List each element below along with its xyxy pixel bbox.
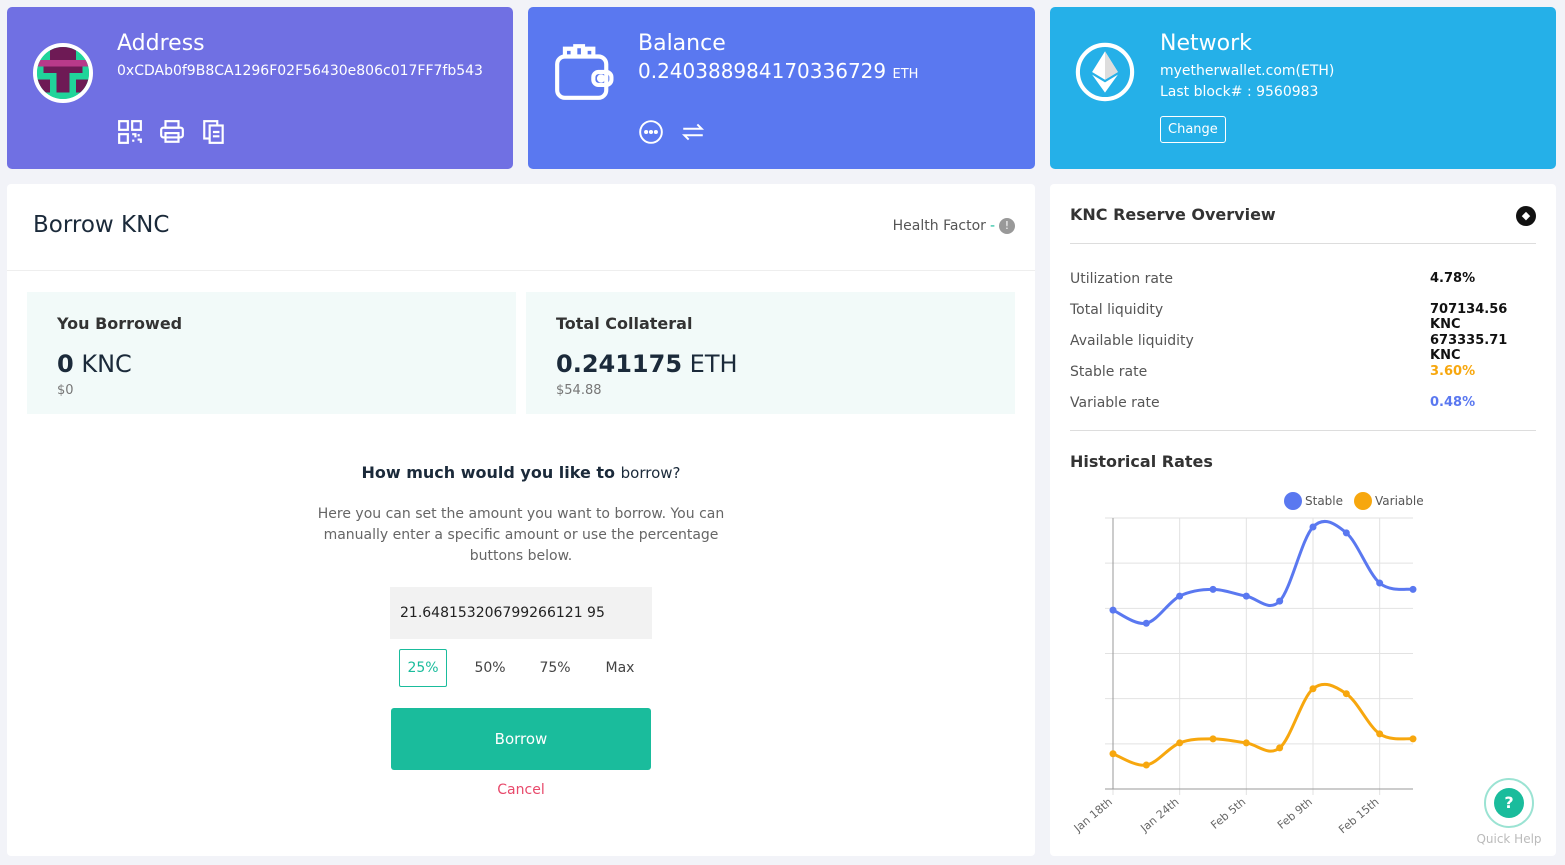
description: Here you can set the amount you want to … <box>317 506 725 564</box>
x-tick-label: Jan 18th <box>1071 795 1115 835</box>
avatar <box>33 43 93 103</box>
balance-unit: ETH <box>892 67 919 82</box>
percent-75-button[interactable]: 75% <box>531 649 579 687</box>
data-point-variable[interactable] <box>1209 735 1217 743</box>
data-point-variable[interactable] <box>1276 744 1284 752</box>
data-point-stable[interactable] <box>1276 597 1284 605</box>
data-point-variable[interactable] <box>1342 690 1350 698</box>
historical-rates-title: Historical Rates <box>1070 452 1213 471</box>
address-title: Address <box>117 31 205 56</box>
collateral-amount: 0.241175 <box>556 350 683 378</box>
health-factor-value: - <box>989 218 995 234</box>
question-heading: How much would you like to borrow? <box>361 463 681 482</box>
borrowed-box: You Borrowed 0 KNC $0 <box>27 292 516 414</box>
variable-rate-value: 0.48% <box>1430 395 1476 410</box>
borrow-button[interactable]: Borrow <box>391 708 651 770</box>
page-title: Borrow KNC <box>33 212 170 238</box>
series-line-variable <box>1112 682 1414 767</box>
data-point-stable[interactable] <box>1309 523 1317 531</box>
available-liquidity-label: Available liquidity <box>1070 333 1194 349</box>
x-tick-label: Feb 15th <box>1336 795 1381 836</box>
legend-label: Variable <box>1375 494 1424 508</box>
info-icon[interactable]: ! <box>999 218 1015 234</box>
percent-25-button[interactable]: 25% <box>399 649 447 687</box>
qr-code-icon[interactable] <box>117 119 143 145</box>
data-point-stable[interactable] <box>1109 606 1117 614</box>
address-card: Address 0xCDAb0f9B8CA1296F02F56430e806c0… <box>7 7 513 169</box>
address-value: 0xCDAb0f9B8CA1296F02F56430e806c017FF7fb5… <box>117 63 483 79</box>
data-point-variable[interactable] <box>1409 735 1417 743</box>
reserve-panel: KNC Reserve Overview ◆ Utilization rate 4… <box>1050 184 1556 856</box>
network-title: Network <box>1160 31 1252 56</box>
collateral-label: Total Collateral <box>556 314 693 333</box>
percent-max-button[interactable]: Max <box>596 649 644 687</box>
collateral-unit: ETH <box>689 350 738 378</box>
x-tick-label: Jan 24th <box>1137 795 1181 835</box>
data-point-stable[interactable] <box>1209 585 1217 593</box>
knc-token-icon: ◆ <box>1516 206 1536 226</box>
collateral-usd: $54.88 <box>556 383 602 398</box>
borrowed-usd: $0 <box>57 383 74 398</box>
legend-marker <box>1284 492 1302 510</box>
data-point-stable[interactable] <box>1409 585 1417 593</box>
cancel-button[interactable]: Cancel <box>391 782 651 798</box>
data-point-stable[interactable] <box>1242 592 1250 600</box>
stable-rate-label: Stable rate <box>1070 364 1148 380</box>
change-network-button[interactable]: Change <box>1160 116 1226 143</box>
health-factor-label: Health Factor <box>892 218 986 234</box>
network-card: Network myetherwallet.com(ETH) Last bloc… <box>1050 7 1556 169</box>
balance-title: Balance <box>638 31 726 56</box>
data-point-variable[interactable] <box>1176 739 1184 747</box>
data-point-stable[interactable] <box>1376 579 1384 587</box>
network-name: myetherwallet.com(ETH) <box>1160 63 1335 79</box>
data-point-stable[interactable] <box>1176 592 1184 600</box>
legend-label: Stable <box>1305 494 1343 508</box>
quick-help-label: Quick Help <box>1476 832 1542 846</box>
utilization-value: 4.78% <box>1430 271 1476 286</box>
total-liquidity-value: 707134.56 KNC <box>1430 302 1508 332</box>
data-point-stable[interactable] <box>1142 619 1150 627</box>
total-liquidity-label: Total liquidity <box>1070 302 1164 318</box>
x-tick-label: Feb 5th <box>1208 795 1248 831</box>
ethereum-icon <box>1075 42 1135 102</box>
reserve-title: KNC Reserve Overview <box>1070 205 1276 224</box>
data-point-variable[interactable] <box>1309 685 1317 693</box>
balance-value: 0.240388984170336729 <box>638 59 887 83</box>
borrow-panel: Borrow KNC Health Factor - ! You Borrowe… <box>7 184 1035 856</box>
borrowed-unit: KNC <box>81 350 132 378</box>
borrowed-label: You Borrowed <box>57 314 183 333</box>
collateral-box: Total Collateral 0.241175 ETH $54.88 <box>526 292 1015 414</box>
utilization-label: Utilization rate <box>1070 271 1174 287</box>
swap-icon[interactable] <box>680 119 706 145</box>
x-tick-label: Feb 9th <box>1275 795 1315 831</box>
available-liquidity-value: 673335.71 KNC <box>1430 333 1508 363</box>
quick-help[interactable]: ? Quick Help <box>1474 778 1544 846</box>
more-icon[interactable] <box>638 119 664 145</box>
balance-card: Balance 0.240388984170336729 ETH <box>528 7 1035 169</box>
data-point-variable[interactable] <box>1142 761 1150 769</box>
help-icon[interactable]: ? <box>1484 778 1534 828</box>
data-point-variable[interactable] <box>1109 750 1117 758</box>
data-point-variable[interactable] <box>1242 739 1250 747</box>
percent-50-button[interactable]: 50% <box>466 649 514 687</box>
print-icon[interactable] <box>159 119 185 145</box>
amount-input[interactable]: 21.648153206799266121 95 <box>390 587 652 639</box>
legend-marker <box>1354 492 1372 510</box>
last-block: Last block# : 9560983 <box>1160 84 1319 100</box>
data-point-stable[interactable] <box>1342 529 1350 537</box>
data-point-variable[interactable] <box>1376 730 1384 738</box>
stable-rate-value: 3.60% <box>1430 364 1476 379</box>
copy-icon[interactable] <box>201 119 227 145</box>
wallet-icon <box>555 44 614 100</box>
borrowed-amount: 0 <box>57 350 74 378</box>
variable-rate-label: Variable rate <box>1070 395 1160 411</box>
